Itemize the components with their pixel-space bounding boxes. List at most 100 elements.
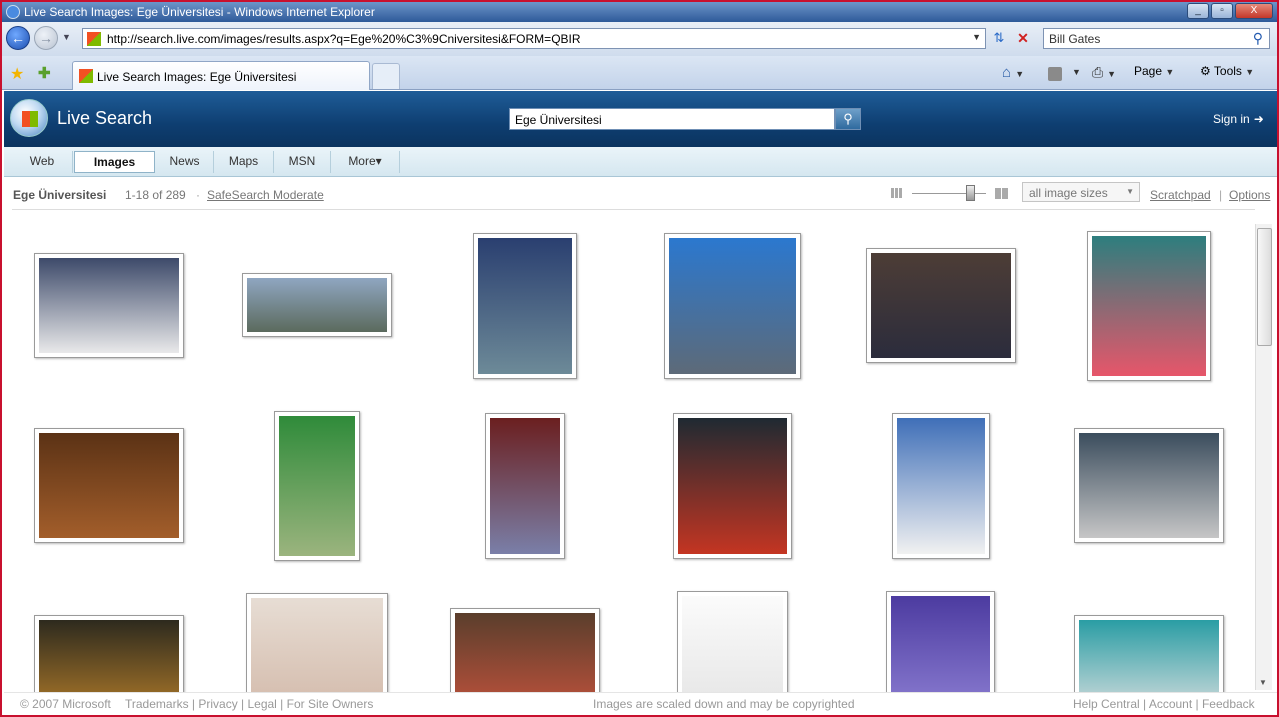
copyright-text: © 2007 Microsoft [20, 697, 111, 711]
address-dropdown-icon[interactable]: ▼ [972, 32, 981, 42]
windows-logo-icon[interactable] [10, 99, 48, 137]
thumbnail-size-slider-handle[interactable] [966, 185, 975, 201]
image-result[interactable] [242, 273, 392, 337]
url-text[interactable]: http://search.live.com/images/results.as… [107, 32, 581, 46]
address-row: ← → ▼ http://search.live.com/images/resu… [2, 22, 1277, 56]
sign-in-link[interactable]: Sign in ➜ [1213, 112, 1264, 126]
image-result[interactable] [677, 591, 788, 692]
page-favicon-icon [87, 32, 101, 46]
thumbnail-image [891, 596, 990, 692]
image-result[interactable] [1087, 231, 1211, 381]
tab-row: ★ ✚ Live Search Images: Ege Üniversitesi… [2, 56, 1277, 90]
new-tab-button[interactable] [372, 63, 400, 89]
chevron-down-icon: ▼ [1126, 187, 1134, 196]
tab-title: Live Search Images: Ege Üniversitesi [97, 70, 297, 84]
page-footer: © 2007 Microsoft Trademarks | Privacy | … [4, 692, 1277, 714]
image-result[interactable] [1074, 615, 1224, 692]
thumbnail-image [455, 613, 595, 692]
sign-in-label: Sign in [1213, 112, 1250, 126]
gear-icon: ⚙ [1200, 64, 1211, 78]
scroll-down-icon[interactable]: ▼ [1259, 678, 1267, 687]
back-button[interactable]: ← [6, 26, 30, 50]
image-result[interactable] [673, 413, 792, 559]
tab-favicon-icon [79, 69, 93, 83]
tab-more[interactable]: More▾ [331, 151, 400, 173]
favorites-star-icon[interactable]: ★ [10, 64, 24, 84]
tab-images[interactable]: Images [74, 151, 155, 173]
image-result[interactable] [34, 615, 184, 692]
large-thumbnails-icon[interactable] [995, 188, 1009, 199]
forward-button[interactable]: → [34, 26, 58, 50]
result-count: 1-18 of 289 [125, 188, 186, 202]
image-result[interactable] [892, 413, 990, 559]
thumbnail-image [490, 418, 560, 554]
close-button[interactable]: X [1235, 3, 1273, 19]
image-result[interactable] [34, 428, 184, 543]
thumbnail-image [478, 238, 572, 374]
image-result[interactable] [274, 411, 360, 561]
results-bar: Ege Üniversitesi 1-18 of 289 · SafeSearc… [4, 178, 1277, 208]
image-result[interactable] [866, 248, 1016, 363]
window-title: Live Search Images: Ege Üniversitesi - W… [24, 5, 375, 19]
add-favorites-icon[interactable]: ✚ [38, 64, 51, 82]
small-thumbnails-icon[interactable] [891, 188, 903, 198]
tab-maps[interactable]: Maps [214, 151, 274, 173]
ie-icon [6, 5, 20, 19]
page-menu-label: Page [1134, 64, 1163, 78]
live-search-header: Live Search Ege Üniversitesi ⚲ Sign in ➜ [4, 91, 1277, 147]
image-size-select[interactable]: all image sizes ▼ [1022, 182, 1140, 202]
safesearch-link[interactable]: SafeSearch Moderate [207, 188, 324, 202]
refresh-icon[interactable]: ⇅ [988, 28, 1010, 49]
address-bar[interactable]: http://search.live.com/images/results.as… [82, 28, 986, 49]
image-result[interactable] [34, 253, 184, 358]
site-brand[interactable]: Live Search [57, 108, 152, 129]
query-value[interactable]: Ege Üniversitesi [515, 113, 602, 127]
tab-web[interactable]: Web [12, 151, 73, 173]
tab-news[interactable]: News [156, 151, 214, 173]
tab-msn[interactable]: MSN [274, 151, 331, 173]
image-result[interactable] [1074, 428, 1224, 543]
thumbnail-image [871, 253, 1011, 358]
thumbnail-image [279, 416, 355, 556]
image-results-grid [12, 209, 1255, 692]
search-icon: ⚲ [843, 111, 853, 126]
recent-pages-dropdown-icon[interactable]: ▼ [62, 32, 71, 42]
search-icon[interactable]: ⚲ [1253, 30, 1263, 47]
footer-links-right[interactable]: Help Central | Account | Feedback [1073, 697, 1255, 711]
browser-tab[interactable]: Live Search Images: Ege Üniversitesi [72, 61, 370, 90]
image-size-value: all image sizes [1029, 186, 1108, 200]
tools-menu-label: Tools [1213, 64, 1242, 78]
query-input[interactable]: Ege Üniversitesi [509, 108, 835, 130]
feeds-icon[interactable] [1048, 67, 1062, 81]
page-menu[interactable]: Page ▼ [1134, 64, 1174, 78]
footer-links-left[interactable]: Trademarks | Privacy | Legal | For Site … [125, 697, 373, 711]
scratchpad-link[interactable]: Scratchpad [1150, 188, 1211, 202]
home-icon[interactable]: ⌂ ▼ [1002, 64, 1024, 81]
vertical-nav: Web Images News Maps MSN More▾ [4, 147, 1277, 177]
link-separator: | [1219, 188, 1223, 202]
print-icon[interactable]: ⎙ ▼ [1092, 64, 1116, 81]
image-result[interactable] [473, 233, 577, 379]
image-result[interactable] [246, 593, 388, 692]
image-result[interactable] [485, 413, 565, 559]
search-button[interactable]: ⚲ [835, 108, 861, 130]
stop-icon[interactable]: ✕ [1012, 28, 1034, 49]
thumbnail-image [247, 278, 387, 332]
browser-search-box[interactable]: Bill Gates ⚲ [1043, 28, 1270, 49]
restore-button[interactable]: ▫ [1211, 3, 1233, 19]
image-result[interactable] [664, 233, 801, 379]
thumbnail-image [1079, 433, 1219, 538]
scrollbar-thumb[interactable] [1257, 228, 1272, 346]
browser-search-value[interactable]: Bill Gates [1049, 32, 1100, 46]
thumbnail-image [669, 238, 796, 374]
feeds-dropdown-icon[interactable]: ▼ [1072, 64, 1081, 78]
minimize-button[interactable]: _ [1187, 3, 1209, 19]
image-result[interactable] [450, 608, 600, 692]
thumbnail-image [1092, 236, 1206, 376]
options-link[interactable]: Options [1229, 188, 1270, 202]
image-result[interactable] [886, 591, 995, 692]
vertical-scrollbar[interactable]: ▲ ▼ [1255, 224, 1272, 690]
tools-menu[interactable]: ⚙ Tools ▼ [1200, 64, 1254, 78]
result-separator: · [196, 188, 200, 202]
thumbnail-image [39, 258, 179, 353]
